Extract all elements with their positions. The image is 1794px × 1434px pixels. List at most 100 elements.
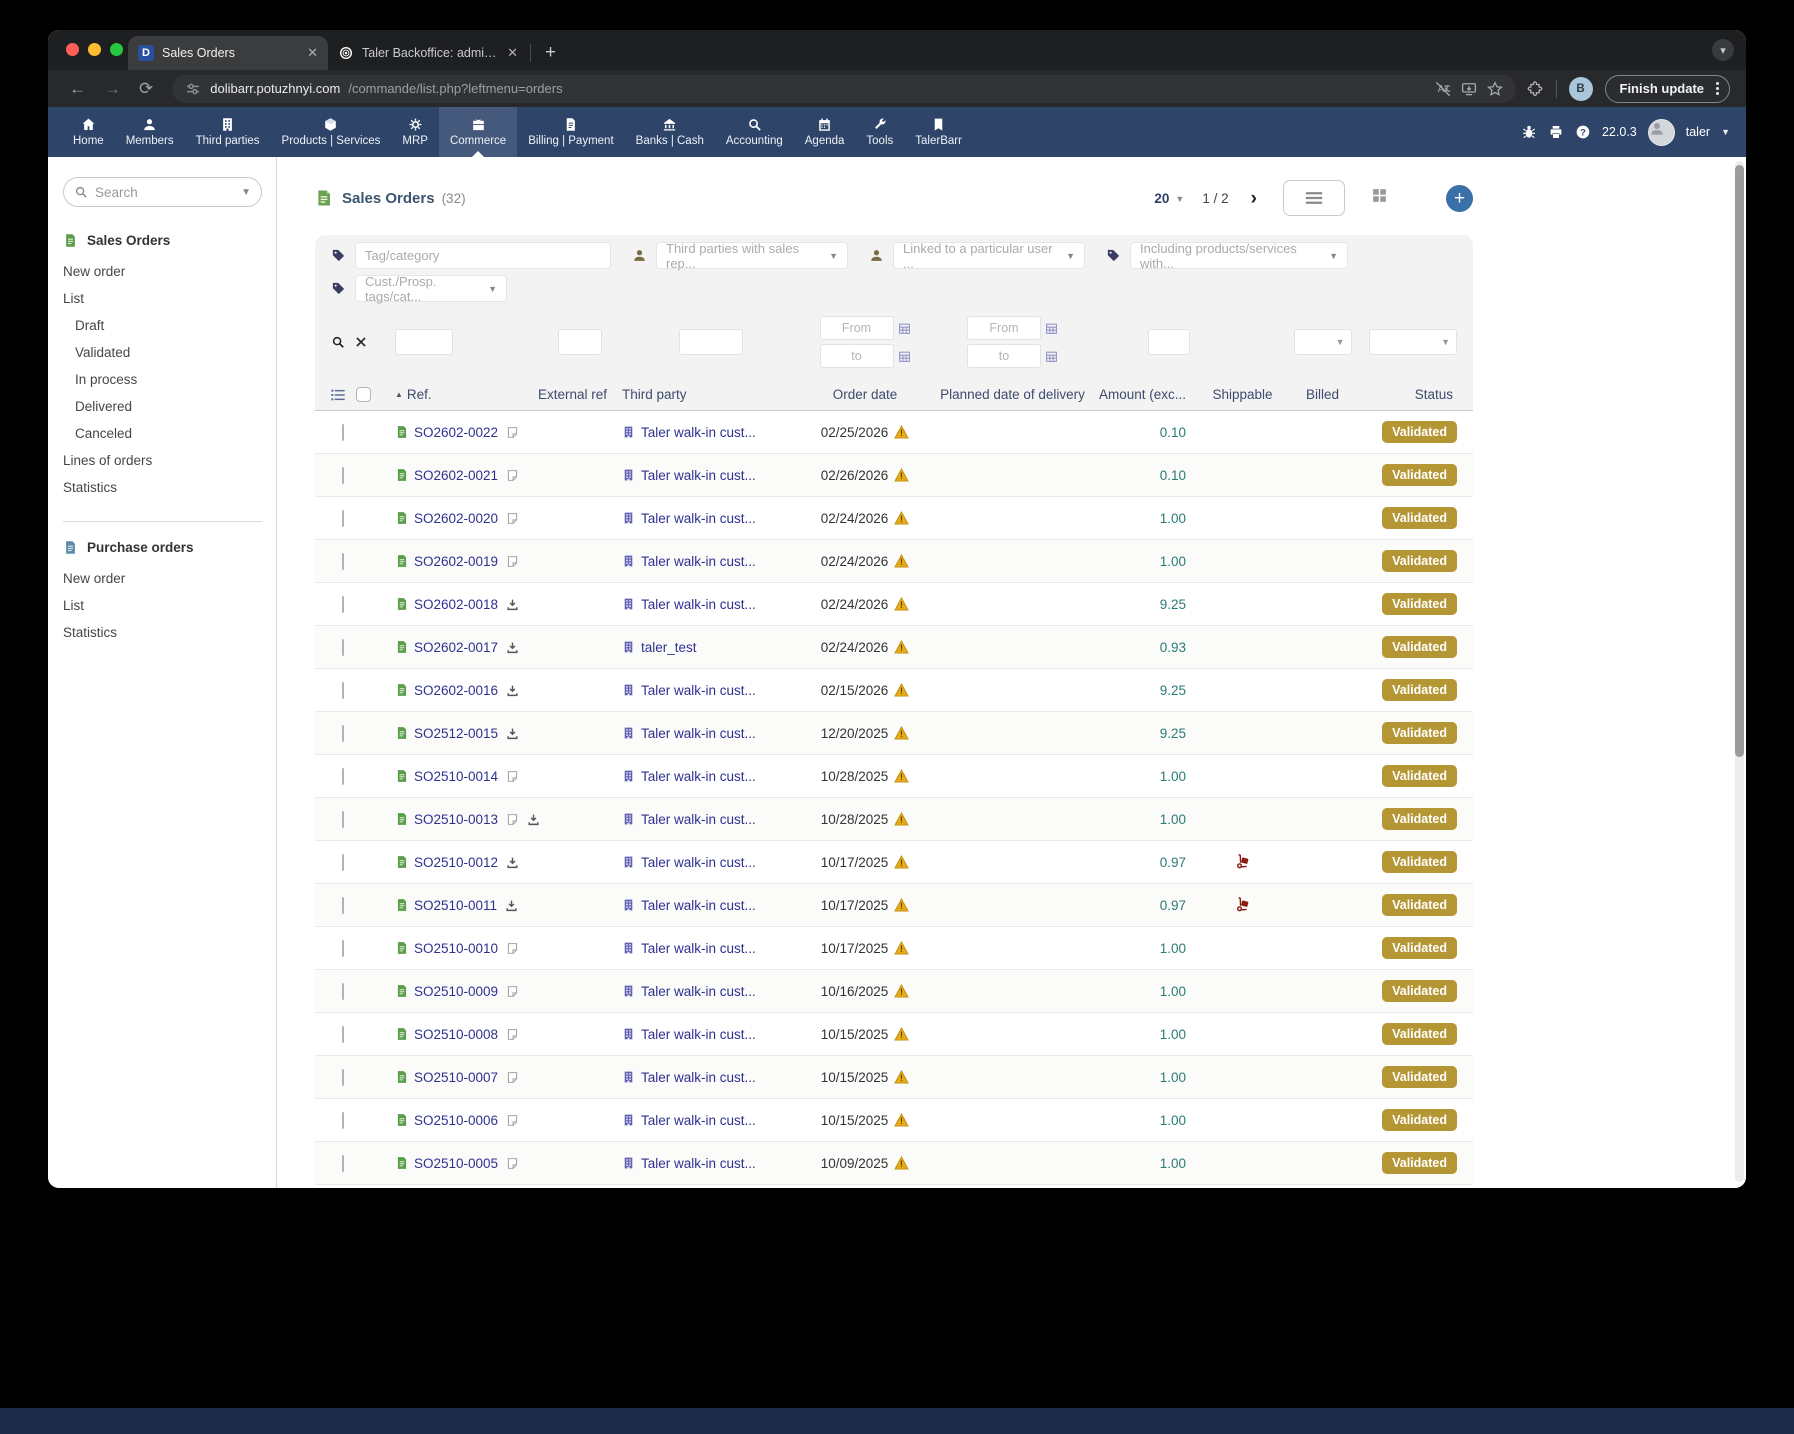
calendar-icon[interactable] [898,350,911,363]
col-status[interactable]: Status [1360,387,1473,402]
order-ref-link[interactable]: SO2510-0012 [414,855,498,870]
sidebar-item-list[interactable]: List [63,285,262,312]
extensions-icon[interactable] [1526,80,1544,98]
list-view-button[interactable] [1283,180,1345,216]
row-checkbox[interactable] [342,854,344,871]
amount-link[interactable]: 1.00 [1160,1113,1186,1128]
install-icon[interactable] [1460,80,1478,98]
sidebar-section-title[interactable]: Sales Orders [63,233,262,248]
row-checkbox[interactable] [342,897,344,914]
note-icon[interactable] [503,1157,519,1170]
nav-item-tools[interactable]: Tools [855,107,904,157]
sidebar-item-statistics[interactable]: Statistics [63,619,262,646]
calendar-icon[interactable] [1045,322,1058,335]
order-ref-link[interactable]: SO2510-0010 [414,941,498,956]
new-order-button[interactable]: + [1446,185,1473,212]
order-ref-link[interactable]: SO2512-0015 [414,726,498,741]
help-icon[interactable]: ? [1575,124,1591,140]
nav-item-members[interactable]: Members [115,107,185,157]
nav-item-banks-cash[interactable]: Banks | Cash [625,107,715,157]
third-party-link[interactable]: Taler walk-in cust... [641,1113,756,1128]
select-all-checkbox[interactable] [356,387,371,402]
next-page-button[interactable]: › [1251,189,1257,208]
order-date-to-input[interactable] [820,344,894,368]
sidebar-search[interactable]: ▼ [63,177,262,207]
sort-asc-icon[interactable]: ▲ [395,390,403,399]
new-tab-button[interactable]: + [537,42,564,64]
close-tab-icon[interactable]: ✕ [307,45,318,61]
planned-date-from-input[interactable] [967,316,1041,340]
forward-button[interactable]: → [95,79,130,99]
order-ref-link[interactable]: SO2510-0007 [414,1070,498,1085]
user-menu-chevron-icon[interactable]: ▼ [1721,127,1730,137]
clear-search-icon[interactable] [354,335,368,349]
nav-item-mrp[interactable]: MRP [391,107,439,157]
amount-link[interactable]: 0.10 [1160,468,1186,483]
sidebar-item-lines-of-orders[interactable]: Lines of orders [63,447,262,474]
amount-link[interactable]: 0.10 [1160,425,1186,440]
sidebar-item-list[interactable]: List [63,592,262,619]
nav-item-talerbarr[interactable]: TalerBarr [904,107,973,157]
sidebar-item-new-order[interactable]: New order [63,258,262,285]
row-checkbox[interactable] [342,467,344,484]
user-avatar[interactable] [1648,119,1675,146]
billed-filter-select[interactable]: ▼ [1294,329,1352,355]
status-filter-select[interactable]: ▼ [1369,329,1457,355]
user-name[interactable]: taler [1686,125,1710,139]
third-party-link[interactable]: Taler walk-in cust... [641,1156,756,1171]
order-date-from-input[interactable] [820,316,894,340]
row-checkbox[interactable] [342,1155,344,1172]
note-icon[interactable] [503,426,519,439]
sidebar-item-statistics[interactable]: Statistics [63,474,262,501]
third-party-link[interactable]: Taler walk-in cust... [641,812,756,827]
amount-link[interactable]: 1.00 [1160,1156,1186,1171]
amount-link[interactable]: 1.00 [1160,1070,1186,1085]
row-checkbox[interactable] [342,596,344,613]
row-checkbox[interactable] [342,682,344,699]
col-third-party[interactable]: Third party [622,387,800,402]
row-checkbox[interactable] [342,725,344,742]
amount-link[interactable]: 9.25 [1160,726,1186,741]
window-controls[interactable] [66,43,123,56]
third-party-link[interactable]: Taler walk-in cust... [641,984,756,999]
ref-filter-input[interactable] [395,329,453,355]
col-planned-date[interactable]: Planned date of delivery [930,387,1095,402]
col-ref[interactable]: Ref. [407,387,432,402]
print-icon[interactable] [1548,124,1564,140]
third-party-link[interactable]: Taler walk-in cust... [641,683,756,698]
sidebar-item-draft[interactable]: Draft [63,312,262,339]
nav-item-products-services[interactable]: Products | Services [271,107,392,157]
download-icon[interactable] [524,813,540,826]
download-icon[interactable] [502,899,518,912]
sidebar-section-title[interactable]: Purchase orders [63,540,262,555]
third-party-link[interactable]: Taler walk-in cust... [641,468,756,483]
order-ref-link[interactable]: SO2510-0011 [414,898,497,913]
reload-button[interactable]: ⟳ [130,79,162,99]
note-icon[interactable] [503,770,519,783]
sidebar-item-new-order[interactable]: New order [63,565,262,592]
order-ref-link[interactable]: SO2602-0022 [414,425,498,440]
minimize-window-button[interactable] [88,43,101,56]
row-checkbox[interactable] [342,811,344,828]
third-party-link[interactable]: Taler walk-in cust... [641,554,756,569]
order-ref-link[interactable]: SO2510-0009 [414,984,498,999]
row-checkbox[interactable] [342,1026,344,1043]
third-party-link[interactable]: Taler walk-in cust... [641,511,756,526]
note-icon[interactable] [503,942,519,955]
third-party-link[interactable]: Taler walk-in cust... [641,1070,756,1085]
third-party-link[interactable]: taler_test [641,640,697,655]
run-search-icon[interactable] [331,335,345,349]
third-party-filter-input[interactable] [679,329,743,355]
row-checkbox[interactable] [342,1069,344,1086]
close-window-button[interactable] [66,43,79,56]
row-checkbox[interactable] [342,510,344,527]
amount-filter-input[interactable] [1148,329,1190,355]
calendar-icon[interactable] [1045,350,1058,363]
row-checkbox[interactable] [342,424,344,441]
sidebar-search-input[interactable] [95,185,215,200]
col-billed[interactable]: Billed [1285,387,1360,402]
profile-avatar[interactable]: B [1569,77,1593,101]
row-checkbox[interactable] [342,639,344,656]
note-icon[interactable] [503,512,519,525]
page-size-select[interactable]: 20 [1154,191,1169,206]
